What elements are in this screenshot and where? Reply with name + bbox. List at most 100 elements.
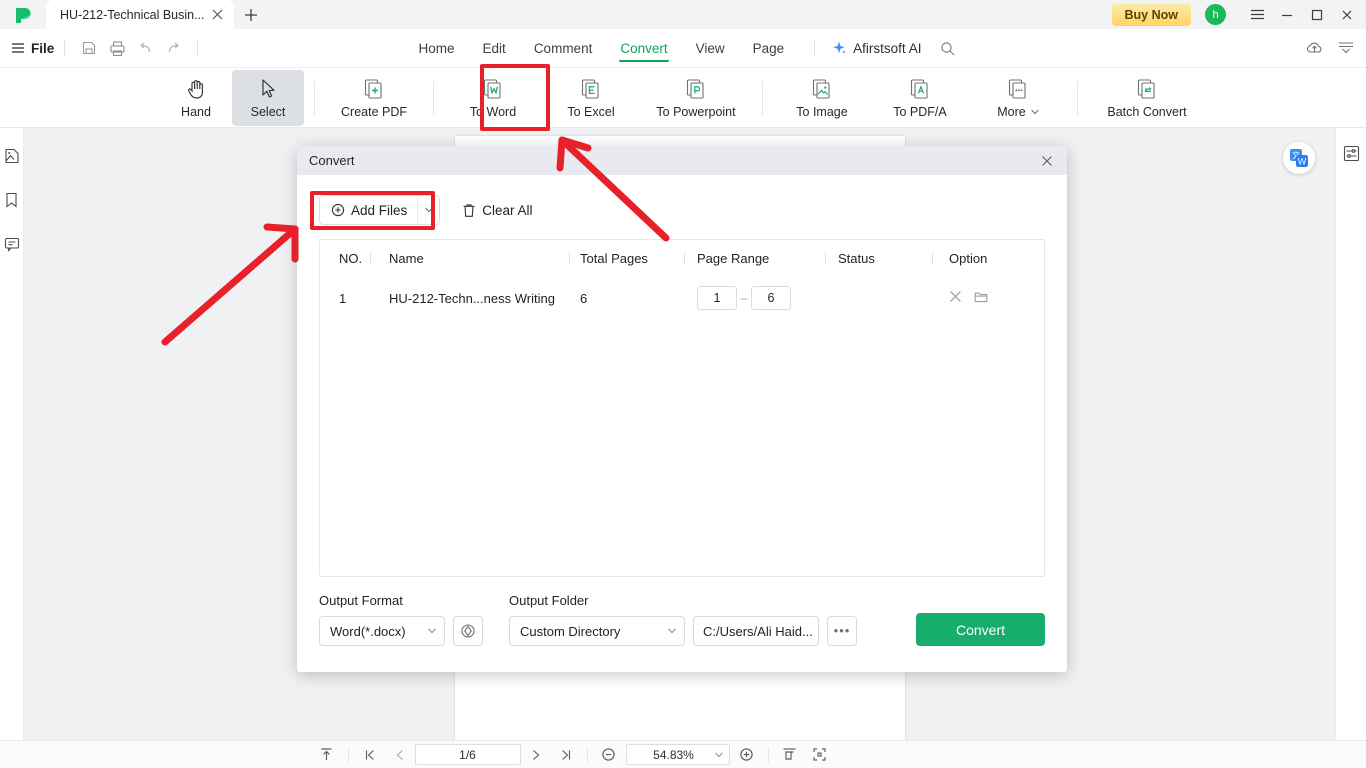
close-icon[interactable] <box>208 6 226 24</box>
thumbnails-icon[interactable] <box>1 145 23 167</box>
divider <box>814 39 816 57</box>
close-icon[interactable] <box>1037 151 1057 171</box>
ribbon-button-to-powerpoint[interactable]: To Powerpoint <box>640 70 752 126</box>
output-format-select[interactable]: Word(*.docx) <box>319 616 445 646</box>
remove-file-icon[interactable] <box>949 290 962 306</box>
zoom-in-icon[interactable] <box>732 742 762 768</box>
chevron-down-icon <box>428 628 436 634</box>
ribbon-button-to-pdfa[interactable]: To PDF/A <box>871 70 969 126</box>
application-window: HU-212-Technical Busin... Buy Now h File… <box>0 0 1366 768</box>
convert-dialog[interactable]: Convert Add Files Clear All NO. Name Tot… <box>297 146 1067 672</box>
afirstsoft-ai-label: Afirstsoft AI <box>853 40 922 56</box>
output-format-group: Output Format Word(*.docx) <box>319 593 483 646</box>
prev-page-icon[interactable] <box>385 742 415 768</box>
page-range-from-input[interactable]: 1 <box>697 286 737 310</box>
menu-item-convert[interactable]: Convert <box>606 32 681 64</box>
to-word-icon <box>481 76 505 102</box>
chevron-down-icon[interactable] <box>417 196 439 224</box>
ribbon-label-more: More <box>997 105 1039 119</box>
column-header-option-label: Option <box>949 250 988 266</box>
ribbon-label-create-pdf: Create PDF <box>341 105 407 119</box>
zoom-level-select[interactable]: 54.83% <box>625 744 730 765</box>
ribbon-label-select: Select <box>250 105 286 119</box>
fit-page-icon[interactable] <box>805 742 835 768</box>
column-header-option: Option <box>933 251 1033 266</box>
format-settings-icon[interactable] <box>453 616 483 646</box>
row-page-range: 1 – 6 <box>685 286 825 310</box>
menu-item-page[interactable]: Page <box>739 32 799 64</box>
menu-item-view[interactable]: View <box>682 32 739 64</box>
fit-width-icon[interactable] <box>775 742 805 768</box>
ribbon-label-hand: Hand <box>181 105 211 119</box>
divider <box>767 747 769 762</box>
minimize-icon[interactable] <box>1272 0 1302 29</box>
right-sidebar-rail <box>1335 128 1366 740</box>
open-folder-icon[interactable] <box>974 290 988 306</box>
add-files-button[interactable]: Add Files <box>319 195 441 225</box>
add-circle-icon <box>331 203 345 217</box>
first-page-icon[interactable] <box>355 742 385 768</box>
translate-icon[interactable]: 文 W <box>1283 142 1315 174</box>
status-bar-controls: 1/6 54.83% <box>312 742 835 768</box>
menu-item-home[interactable]: Home <box>405 32 469 64</box>
afirstsoft-logo-icon <box>0 0 46 29</box>
ribbon-button-to-image[interactable]: To Image <box>773 70 871 126</box>
convert-ribbon-toolbar: Hand Select Create PDF To Word To Excel … <box>0 68 1366 128</box>
left-sidebar-rail <box>0 128 24 740</box>
browse-folder-button[interactable]: ••• <box>827 616 857 646</box>
search-icon[interactable] <box>933 34 961 62</box>
menu-item-comment[interactable]: Comment <box>520 32 607 64</box>
chevron-down-icon <box>1030 109 1039 115</box>
comments-icon[interactable] <box>1 233 23 255</box>
cursor-icon <box>258 76 278 102</box>
next-page-icon[interactable] <box>521 742 551 768</box>
output-format-controls: Word(*.docx) <box>319 616 483 646</box>
ribbon-button-create-pdf[interactable]: Create PDF <box>325 70 423 126</box>
maximize-icon[interactable] <box>1302 0 1332 29</box>
hamburger-menu-icon[interactable] <box>1242 0 1272 29</box>
clear-all-button[interactable]: Clear All <box>452 195 542 225</box>
ribbon-button-to-excel[interactable]: To Excel <box>542 70 640 126</box>
scroll-to-top-icon[interactable] <box>312 742 342 768</box>
ribbon-button-to-word[interactable]: To Word <box>444 70 542 126</box>
row-number: 1 <box>339 290 347 306</box>
to-excel-icon <box>579 76 603 102</box>
column-header-page-range: Page Range <box>697 250 770 266</box>
output-format-label: Output Format <box>319 593 403 608</box>
window-close-icon[interactable] <box>1332 0 1362 29</box>
table-row[interactable]: 1 HU-212-Techn...ness Writing 6 1 – 6 <box>320 276 1044 320</box>
tab-bar: HU-212-Technical Busin... Buy Now h <box>0 0 1366 29</box>
output-path-field[interactable]: C:/Users/Ali Haid... <box>693 616 819 646</box>
output-folder-group: Output Folder Custom Directory C:/Users/… <box>509 593 857 646</box>
to-pdfa-icon <box>908 76 932 102</box>
menu-item-edit[interactable]: Edit <box>469 32 520 64</box>
file-list-table: NO. Name Total Pages Page Range Status O… <box>319 239 1045 577</box>
convert-button[interactable]: Convert <box>916 613 1045 646</box>
divider <box>1077 80 1078 115</box>
ribbon-button-batch-convert[interactable]: Batch Convert <box>1088 70 1206 126</box>
add-files-label: Add Files <box>351 202 408 218</box>
ribbon-button-more[interactable]: More <box>969 70 1067 126</box>
divider <box>586 747 588 762</box>
page-range-to-input[interactable]: 6 <box>751 286 791 310</box>
page-indicator-input[interactable]: 1/6 <box>414 744 521 765</box>
new-tab-icon[interactable] <box>234 0 268 29</box>
output-folder-select[interactable]: Custom Directory <box>509 616 685 646</box>
more-label-text: More <box>997 105 1026 119</box>
main-menu-items: Home Edit Comment Convert View Page Afir… <box>0 32 1366 64</box>
ribbon-label-to-word: To Word <box>469 105 517 119</box>
svg-text:W: W <box>1298 157 1307 167</box>
properties-icon[interactable] <box>1340 142 1362 164</box>
divider <box>762 80 763 115</box>
to-powerpoint-icon <box>684 76 708 102</box>
zoom-out-icon[interactable] <box>594 742 624 768</box>
avatar[interactable]: h <box>1205 4 1226 25</box>
buy-now-button[interactable]: Buy Now <box>1111 3 1191 26</box>
ribbon-button-hand[interactable]: Hand <box>160 70 232 126</box>
document-tab[interactable]: HU-212-Technical Busin... <box>46 0 234 29</box>
bookmark-icon[interactable] <box>1 189 23 211</box>
ribbon-label-batch-convert: Batch Convert <box>1107 105 1187 119</box>
ribbon-button-select[interactable]: Select <box>232 69 304 126</box>
last-page-icon[interactable] <box>551 742 581 768</box>
afirstsoft-ai-button[interactable]: Afirstsoft AI <box>831 40 921 56</box>
